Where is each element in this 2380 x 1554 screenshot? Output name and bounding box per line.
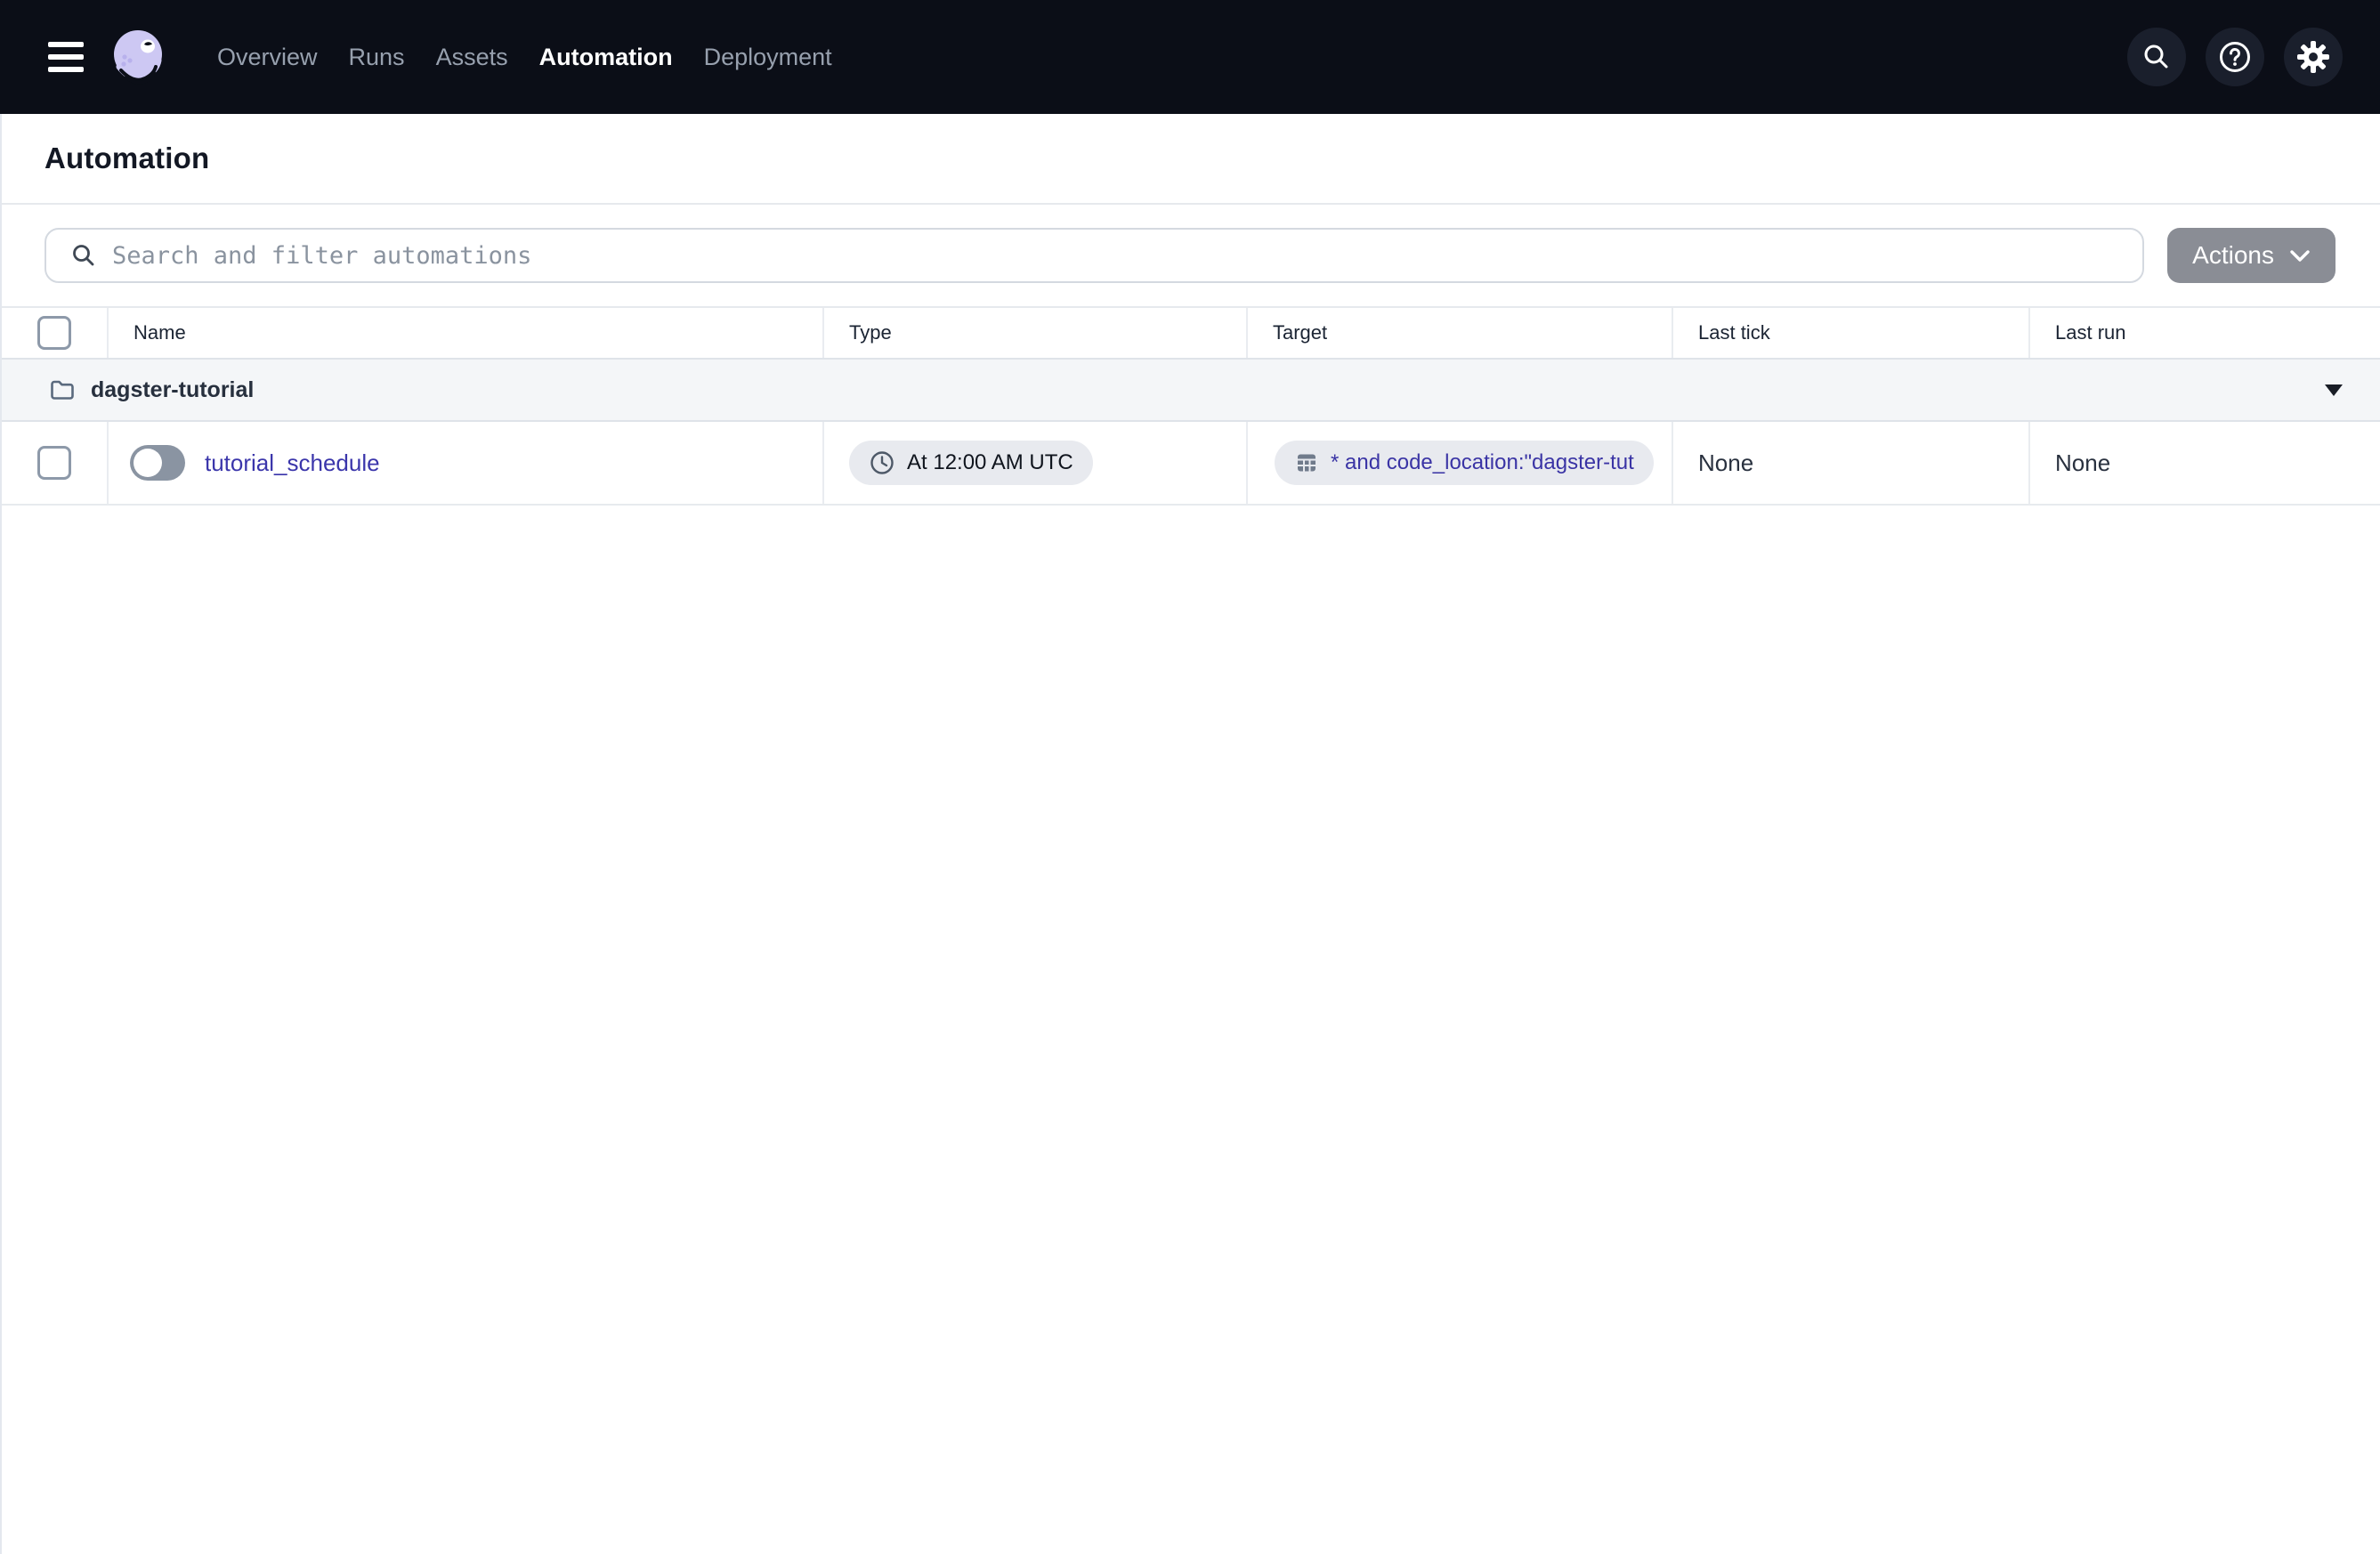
top-navbar: Overview Runs Assets Automation Deployme… <box>0 0 2380 114</box>
settings-button[interactable] <box>2284 28 2343 86</box>
help-icon <box>2220 42 2250 72</box>
schedule-type-text: At 12:00 AM UTC <box>907 450 1073 474</box>
target-selection-pill[interactable]: * and code_location:"dagster-tut <box>1275 441 1654 485</box>
row-last-run-cell: None <box>2030 422 2380 504</box>
page-header: Automation <box>2 114 2380 205</box>
nav-item-assets[interactable]: Assets <box>436 36 508 78</box>
row-checkbox-cell <box>2 422 109 504</box>
hamburger-icon <box>48 42 84 47</box>
row-checkbox[interactable] <box>37 446 71 480</box>
search-input-icon <box>73 245 94 266</box>
dagster-logo[interactable] <box>109 27 169 87</box>
column-header-target: Target <box>1248 308 1673 358</box>
settings-gear-icon <box>2297 41 2329 73</box>
column-header-last-run: Last run <box>2055 321 2126 344</box>
table-row: tutorial_schedule At 12:00 AM UTC * and … <box>2 422 2380 506</box>
column-header-type: Type <box>824 308 1248 358</box>
row-name-cell: tutorial_schedule <box>109 422 824 504</box>
last-run-value: None <box>2055 449 2111 476</box>
navbar-icon-group <box>2127 28 2343 86</box>
primary-navigation: Overview Runs Assets Automation Deployme… <box>217 36 832 78</box>
app-root: Overview Runs Assets Automation Deployme… <box>0 0 2380 1554</box>
row-last-tick-cell: None <box>1673 422 2030 504</box>
help-button[interactable] <box>2206 28 2264 86</box>
automation-toolbar: Actions <box>2 205 2380 306</box>
actions-button-label: Actions <box>2192 241 2274 269</box>
main-content: Automation Actions <box>0 114 2380 1554</box>
schedule-toggle-off[interactable] <box>130 445 185 481</box>
nav-item-automation[interactable]: Automation <box>539 36 673 78</box>
search-filter-box <box>45 228 2145 283</box>
header-checkbox-cell <box>2 308 109 358</box>
asset-table-icon <box>1298 454 1315 472</box>
row-type-cell: At 12:00 AM UTC <box>824 422 1248 504</box>
nav-item-runs[interactable]: Runs <box>349 36 405 78</box>
global-search-button[interactable] <box>2127 28 2186 86</box>
chevron-down-icon <box>2290 249 2310 262</box>
schedule-type-pill[interactable]: At 12:00 AM UTC <box>849 441 1093 485</box>
row-target-cell: * and code_location:"dagster-tut <box>1248 422 1673 504</box>
nav-item-deployment[interactable]: Deployment <box>704 36 832 78</box>
search-input[interactable] <box>112 241 2122 270</box>
folder-icon <box>51 380 74 400</box>
toggle-knob <box>134 449 162 477</box>
octopus-logo-icon <box>114 30 162 85</box>
table-header-row: Name Type Target Last tick Last run <box>2 306 2380 360</box>
search-icon <box>2144 45 2168 69</box>
actions-button[interactable]: Actions <box>2167 228 2335 283</box>
target-selection-text: * and code_location:"dagster-tut <box>1331 450 1634 474</box>
automation-name-link[interactable]: tutorial_schedule <box>205 449 380 477</box>
group-label: dagster-tutorial <box>91 376 255 402</box>
automations-table: Name Type Target Last tick Last run dags… <box>2 306 2380 506</box>
clock-icon <box>870 451 894 474</box>
menu-button[interactable] <box>48 36 84 77</box>
last-tick-value: None <box>1698 449 1754 476</box>
page-title: Automation <box>45 142 210 174</box>
nav-item-overview[interactable]: Overview <box>217 36 318 78</box>
column-header-last-tick: Last tick <box>1673 308 2030 358</box>
collapse-caret-icon[interactable] <box>2325 384 2343 396</box>
column-header-name: Name <box>109 308 824 358</box>
select-all-checkbox[interactable] <box>37 316 71 350</box>
group-row-dagster-tutorial[interactable]: dagster-tutorial <box>2 360 2380 422</box>
